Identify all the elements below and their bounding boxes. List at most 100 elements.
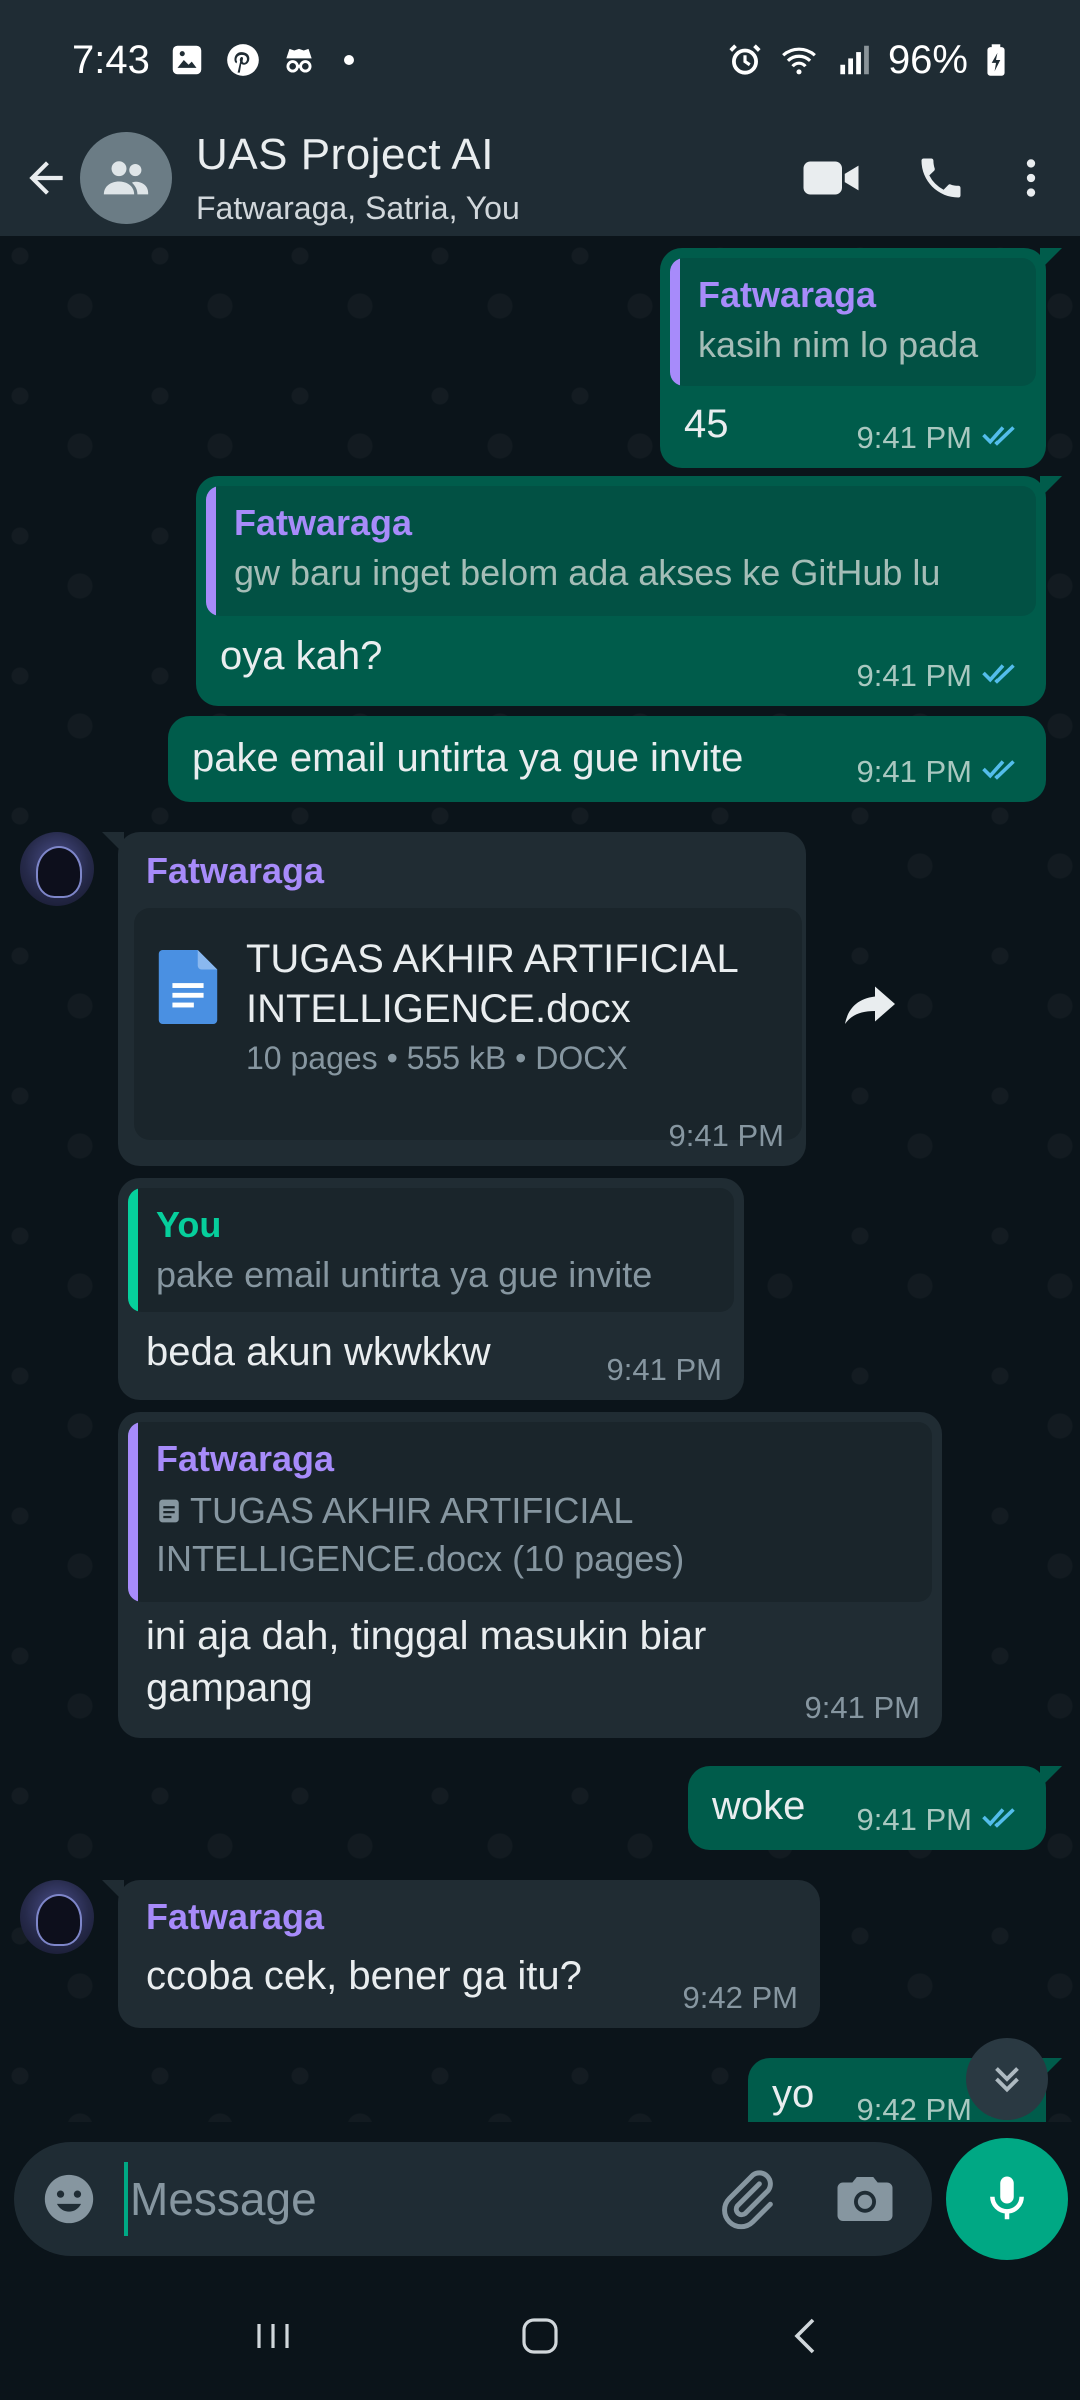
message-text: ccoba cek, bener ga itu? [146,1954,582,1998]
message-text-line: ini aja dah, tinggal masukin biar [146,1614,707,1658]
more-options-button[interactable] [996,128,1066,228]
forward-button[interactable] [830,964,910,1044]
quoted-message[interactable]: Fatwaraga gw baru inget belom ada akses … [206,486,1036,616]
message-bubble-outgoing[interactable]: pake email untirta ya gue invite 9:41 PM [168,716,1046,802]
voice-record-button[interactable] [946,2138,1068,2260]
message-text-line: gampang [146,1666,313,1710]
system-navigation-bar [0,2272,1080,2400]
message-bubble-outgoing[interactable]: Fatwaraga kasih nim lo pada 45 9:41 PM [660,248,1062,468]
quoted-sender: Fatwaraga [698,274,877,315]
system-back-button[interactable] [757,2286,857,2386]
document-name-line: TUGAS AKHIR ARTIFICIAL [246,937,739,981]
message-meta: 9:41 PM [857,754,1024,790]
document-name-line: INTELLIGENCE.docx [246,987,631,1031]
alarm-icon [726,41,764,79]
message-text: ini aja dah, tinggal masukin biar gampan… [146,1610,706,1714]
pinterest-icon [224,41,262,79]
message-input-box[interactable] [14,2142,932,2256]
paperclip-icon[interactable] [714,2166,780,2232]
message-meta: 9:42 PM [683,1980,798,2016]
message-meta: 9:41 PM [607,1352,722,1388]
quoted-text: gw baru inget belom ada akses ke GitHub … [234,552,941,593]
document-file-icon [158,950,218,1024]
gallery-icon [168,41,206,79]
status-time: 7:43 [72,37,150,82]
notification-dot [343,55,354,65]
document-attachment[interactable]: TUGAS AKHIR ARTIFICIAL INTELLIGENCE.docx… [134,908,802,1140]
message-time: 9:41 PM [856,754,972,789]
message-bubble-outgoing[interactable]: Fatwaraga gw baru inget belom ada akses … [196,476,1062,706]
message-time: 9:41 PM [856,1802,972,1837]
document-name: TUGAS AKHIR ARTIFICIAL INTELLIGENCE.docx [246,934,739,1034]
kebab-menu-icon [1026,159,1036,197]
group-members: Fatwaraga, Satria, You [196,189,520,226]
status-bar: 7:43 96% [0,0,1080,120]
double-check-read-icon [982,754,1024,790]
quote-bar [128,1188,138,1312]
message-text: 45 [684,402,729,446]
quoted-text: TUGAS AKHIR ARTIFICIAL [156,1490,633,1532]
message-text: beda akun wkwkkw [146,1330,491,1374]
message-time: 9:41 PM [804,1690,920,1725]
message-meta: 9:41 PM [857,1802,1024,1838]
quote-bar [206,486,216,616]
message-bubble-incoming[interactable]: Fatwaraga TUGAS AKHIR ARTIFICIAL INTELLI… [102,832,806,1166]
message-bubble-outgoing[interactable]: woke 9:41 PM [688,1766,1062,1850]
microphone-icon [990,2176,1024,2220]
quoted-sender: You [156,1204,222,1245]
emoji-icon[interactable] [40,2170,98,2228]
group-icon [103,161,149,195]
video-camera-icon [803,161,859,195]
camera-icon[interactable] [832,2166,898,2232]
document-meta: 10 pages • 555 kB • DOCX [246,1040,628,1076]
quoted-document-name: TUGAS AKHIR ARTIFICIAL [190,1490,634,1531]
home-icon [522,2318,558,2354]
message-meta: 9:41 PM [857,658,1024,694]
quoted-message[interactable]: Fatwaraga kasih nim lo pada [670,258,1036,386]
voice-call-button[interactable] [886,128,996,228]
double-check-read-icon [982,1802,1024,1838]
double-check-read-icon [982,420,1024,456]
group-avatar[interactable] [80,132,172,224]
sender-avatar[interactable] [20,832,94,906]
message-time: 9:42 PM [856,2092,972,2122]
quoted-message[interactable]: Fatwaraga TUGAS AKHIR ARTIFICIAL INTELLI… [128,1422,932,1602]
document-small-icon [159,1499,179,1523]
recent-apps-button[interactable] [223,2286,323,2386]
sender-name: Fatwaraga [146,850,325,891]
home-button[interactable] [490,2286,590,2386]
chevron-left-icon [794,2318,814,2354]
message-composer [0,2122,1080,2272]
message-text: pake email untirta ya gue invite [192,736,744,780]
message-meta: 9:41 PM [669,1118,784,1154]
quoted-message[interactable]: You pake email untirta ya gue invite [128,1188,734,1312]
message-time: 9:41 PM [668,1118,784,1153]
message-text: oya kah? [220,634,383,678]
signal-icon [834,41,872,79]
message-bubble-incoming[interactable]: You pake email untirta ya gue invite bed… [118,1178,744,1400]
battery-percent: 96% [887,37,968,82]
forward-arrow-icon [845,986,895,1024]
quoted-text: kasih nim lo pada [698,324,979,365]
message-time: 9:41 PM [856,658,972,693]
quoted-document-detail: INTELLIGENCE.docx (10 pages) [156,1538,685,1579]
back-button[interactable] [6,128,86,228]
quoted-sender: Fatwaraga [234,502,413,543]
message-text: woke [712,1784,806,1828]
group-name: UAS Project AI [196,129,495,179]
quote-bar [128,1422,138,1602]
message-input[interactable] [124,2162,684,2236]
message-time: 9:41 PM [856,420,972,455]
sender-avatar[interactable] [20,1880,94,1954]
chat-title-area[interactable]: UAS Project AI Fatwaraga, Satria, You [196,130,520,227]
message-bubble-incoming[interactable]: Fatwaraga ccoba cek, bener ga itu? 9:42 … [102,1880,820,2028]
quoted-sender: Fatwaraga [156,1438,335,1479]
chat-header: UAS Project AI Fatwaraga, Satria, You [0,120,1080,236]
chat-area[interactable]: Fatwaraga kasih nim lo pada 45 9:41 PM F… [0,236,1080,2122]
video-call-button[interactable] [776,128,886,228]
message-bubble-incoming[interactable]: Fatwaraga TUGAS AKHIR ARTIFICIAL INTELLI… [118,1412,942,1738]
scroll-to-bottom-button[interactable] [966,2038,1048,2120]
quote-bar [670,258,680,386]
wifi-icon [780,41,818,79]
message-text: yo [772,2072,815,2116]
